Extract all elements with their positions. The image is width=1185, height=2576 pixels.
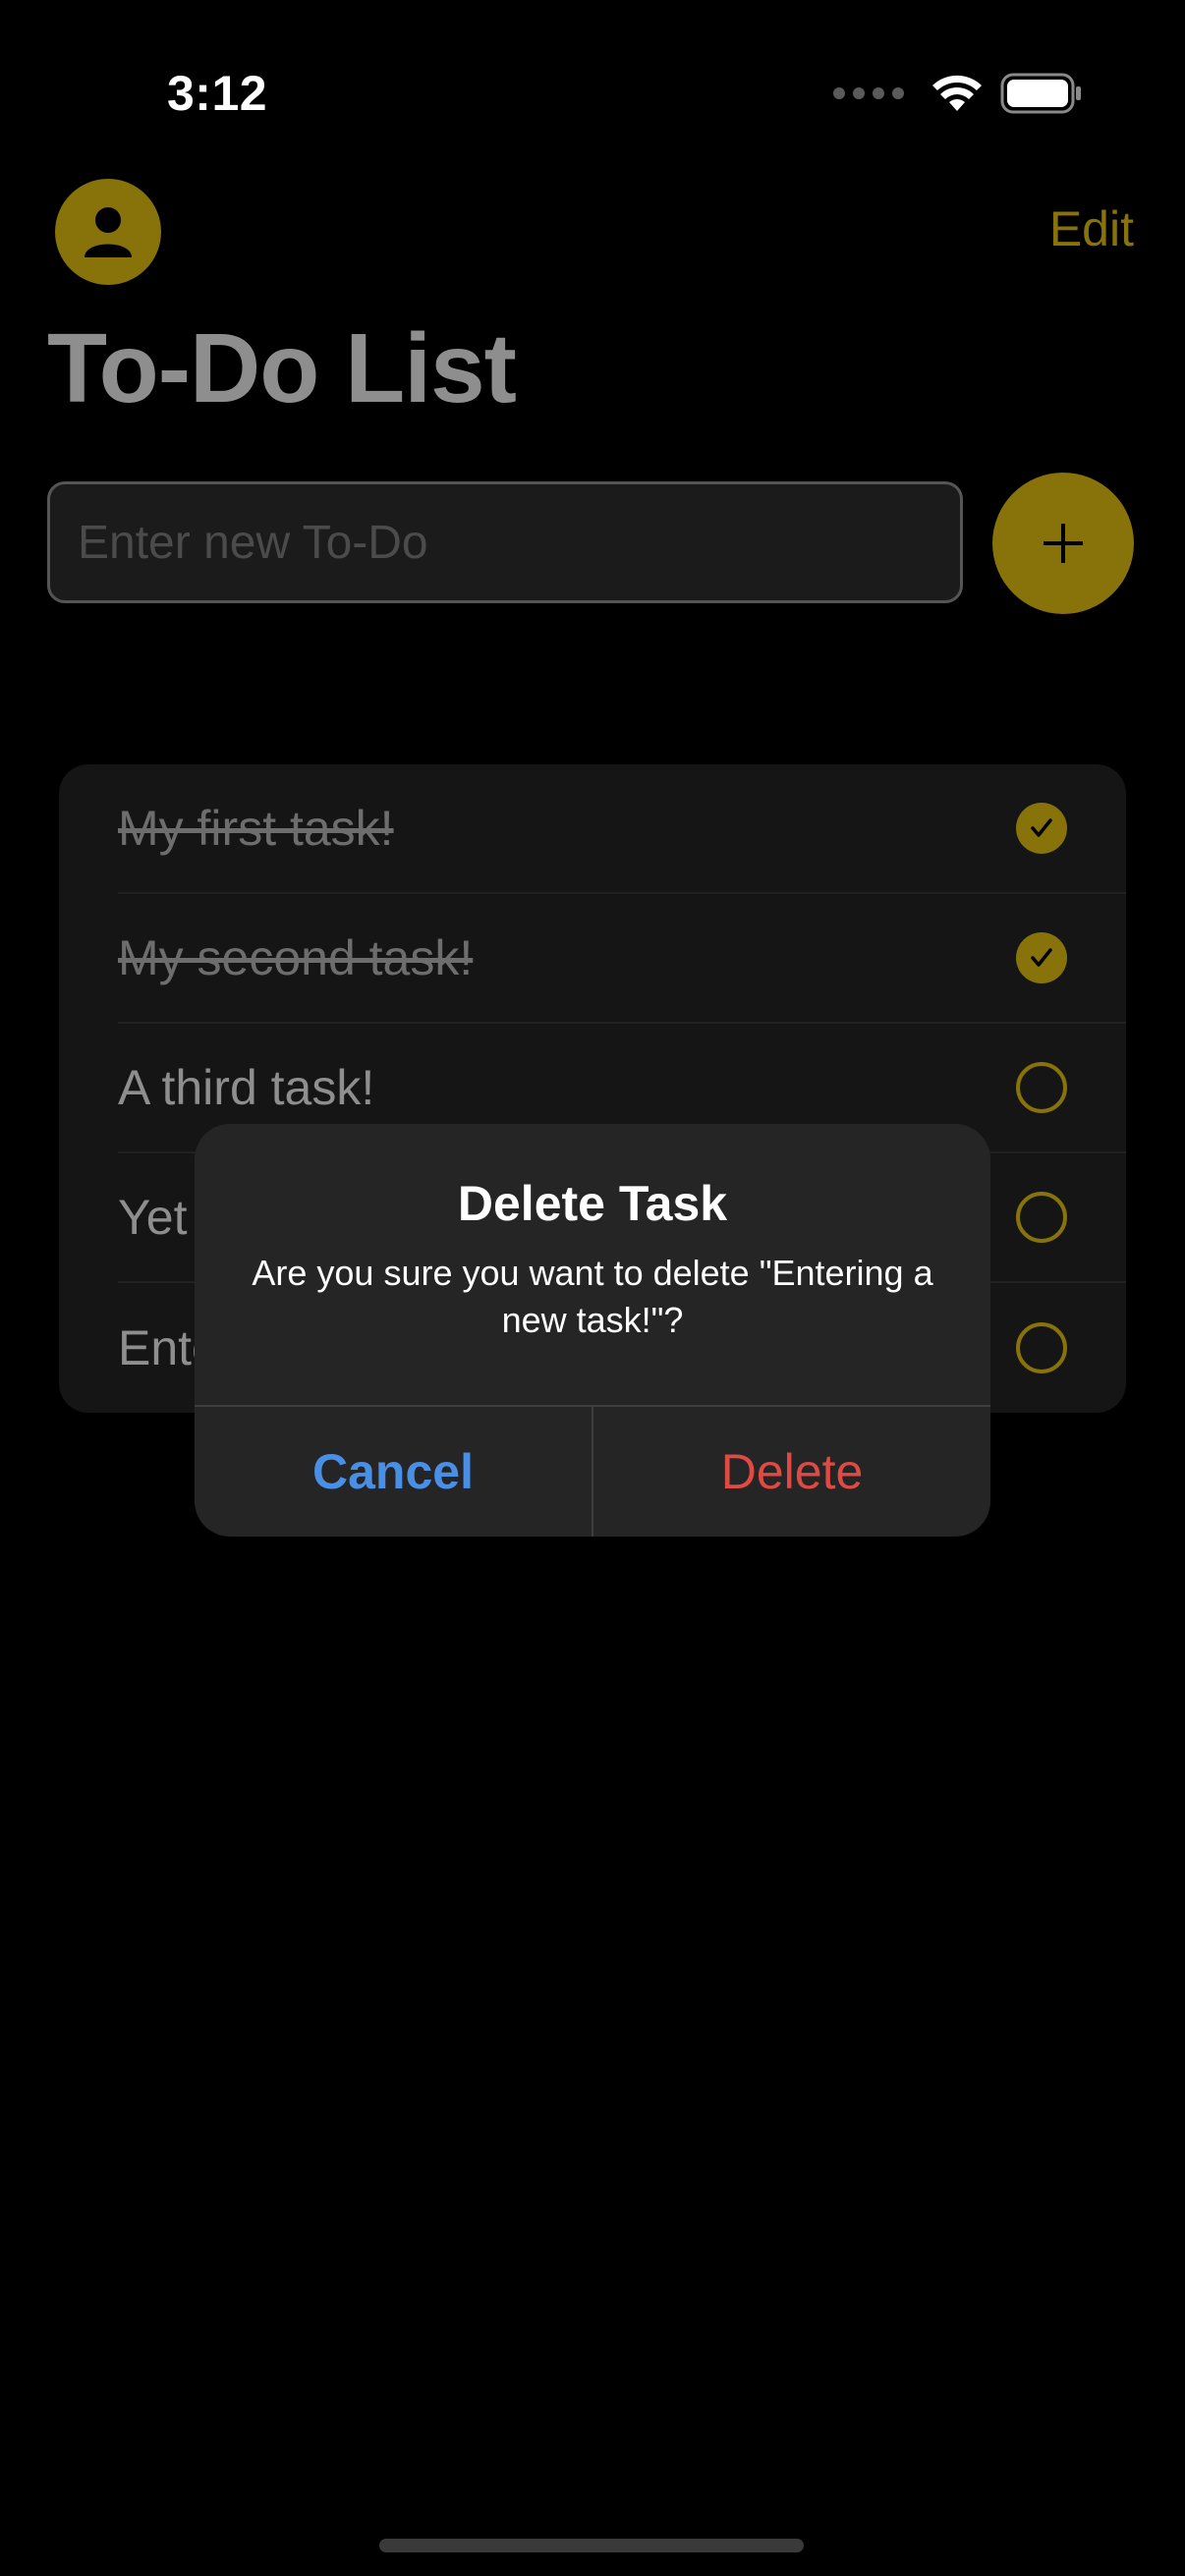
checkmark-circle-icon[interactable]	[1016, 803, 1067, 854]
wifi-icon	[932, 75, 982, 111]
profile-avatar-button[interactable]	[55, 179, 161, 285]
add-task-button[interactable]	[992, 473, 1134, 614]
task-row[interactable]: My first task!	[118, 764, 1126, 894]
empty-circle-icon[interactable]	[1016, 1192, 1067, 1243]
plus-icon	[1044, 524, 1083, 563]
alert-message: Are you sure you want to delete "Enterin…	[252, 1253, 933, 1340]
empty-circle-icon[interactable]	[1016, 1322, 1067, 1373]
delete-task-alert: Delete Task Are you sure you want to del…	[195, 1124, 990, 1537]
edit-button[interactable]: Edit	[1049, 200, 1134, 257]
page-title: To-Do List	[47, 313, 517, 423]
status-time: 3:12	[167, 66, 268, 121]
app-screen: 3:12 Edit To-Do List M	[0, 0, 1185, 2576]
checkmark-circle-icon[interactable]	[1016, 932, 1067, 983]
alert-title: Delete Task	[457, 1176, 728, 1231]
battery-icon	[1000, 73, 1081, 114]
new-todo-input[interactable]	[47, 481, 963, 603]
task-label: My second task!	[118, 930, 474, 985]
cellular-signal-icon	[833, 87, 904, 99]
person-icon	[85, 207, 132, 257]
status-icons	[833, 73, 1083, 114]
empty-circle-icon[interactable]	[1016, 1062, 1067, 1113]
task-label: A third task!	[118, 1060, 375, 1115]
home-indicator[interactable]	[379, 2539, 804, 2552]
cancel-button[interactable]: Cancel	[195, 1407, 592, 1537]
task-row[interactable]: My second task!	[118, 894, 1126, 1024]
delete-button[interactable]: Delete	[593, 1407, 990, 1537]
task-label: My first task!	[118, 801, 394, 856]
